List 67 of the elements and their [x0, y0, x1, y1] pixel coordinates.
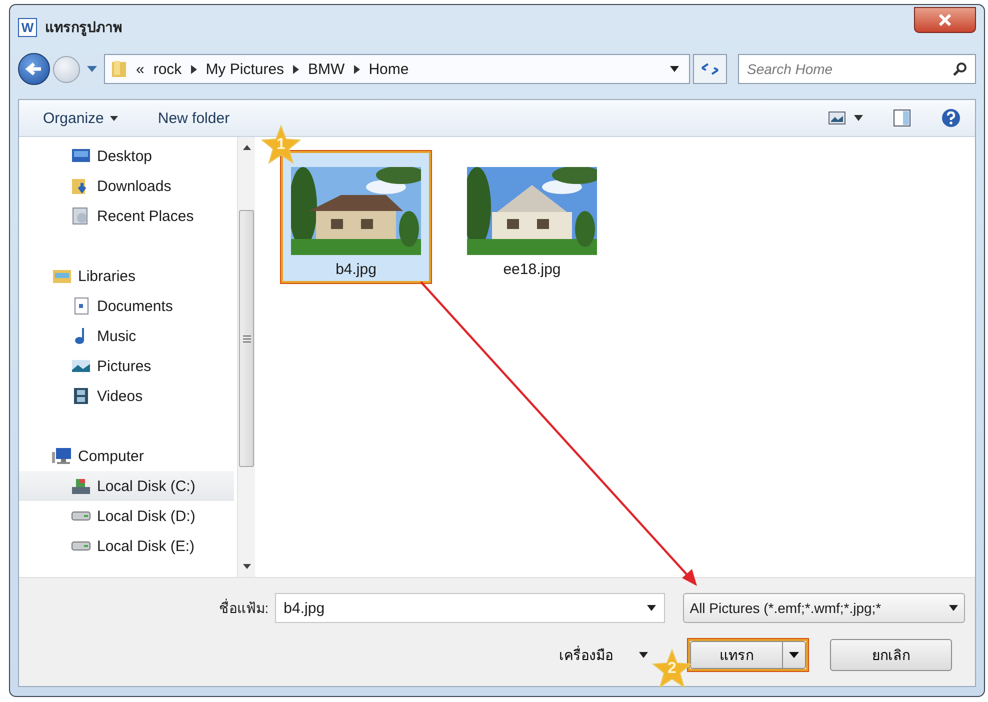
step-badge: 2 — [652, 649, 692, 689]
computer-icon — [52, 447, 72, 465]
preview-pane-icon[interactable] — [893, 109, 911, 127]
view-icon[interactable] — [828, 111, 846, 125]
overflow-chevron[interactable]: « — [136, 60, 144, 78]
scroll-thumb[interactable] — [239, 210, 254, 467]
film-icon — [71, 387, 91, 405]
drive-icon — [71, 541, 91, 551]
scrollbar[interactable] — [237, 137, 255, 577]
system-drive-icon — [71, 477, 91, 495]
navigation-item[interactable]: Local Disk (D:) — [19, 501, 234, 531]
library-folder-icon — [52, 267, 72, 285]
file-name-field[interactable]: b4.jpg — [274, 593, 665, 623]
scroll-down-icon[interactable] — [242, 564, 250, 569]
view-caret-icon[interactable] — [854, 115, 863, 121]
navigation-item[interactable]: Local Disk (E:) — [19, 531, 234, 561]
file-type-dropdown[interactable]: All Pictures (*.emf;*.wmf;*.jpg;* — [682, 593, 965, 623]
navigation-item[interactable]: Pictures — [19, 351, 234, 381]
file-item[interactable]: ee18.jpg — [457, 151, 607, 283]
scroll-up-icon[interactable] — [242, 145, 250, 150]
file-name-label: ชื่อแฟ้ม: — [218, 598, 270, 618]
tools-menu-button[interactable]: เครื่องมือ — [559, 644, 648, 666]
navigation-item[interactable]: Music — [19, 321, 234, 351]
navigation-item[interactable]: Local Disk (C:) — [19, 471, 234, 501]
insert-button[interactable]: แทรก — [690, 641, 782, 669]
caret-icon — [789, 652, 799, 658]
navigation-item[interactable]: Computer — [19, 441, 234, 471]
close-icon — [938, 14, 952, 26]
navigation-item[interactable]: Libraries — [19, 261, 234, 291]
help-icon[interactable] — [941, 108, 961, 128]
app-icon: W — [18, 18, 37, 36]
dropdown-caret-icon — [949, 605, 958, 611]
breadcrumb[interactable]: BMW — [308, 60, 345, 78]
cancel-button[interactable]: ยกเลิก — [830, 639, 952, 671]
landscape-icon — [71, 357, 91, 375]
breadcrumb[interactable]: My Pictures — [206, 60, 284, 78]
back-arrow-icon — [25, 61, 43, 77]
navigation-item[interactable]: Videos — [19, 381, 234, 411]
navigation-item[interactable]: Downloads — [19, 171, 234, 201]
search-icon[interactable] — [953, 62, 967, 76]
breadcrumb[interactable]: Home — [368, 60, 409, 78]
breadcrumb[interactable]: rock — [153, 60, 182, 78]
folder-icon — [111, 60, 127, 78]
history-caret-icon[interactable] — [87, 65, 97, 73]
breadcrumb-arrow-icon[interactable] — [293, 64, 300, 74]
menu-button[interactable]: Organize — [43, 110, 118, 126]
grip-icon — [242, 334, 250, 342]
dropdown-caret-icon[interactable] — [646, 605, 656, 611]
navigation-item[interactable]: Desktop — [19, 141, 234, 171]
navigation-item[interactable]: Documents — [19, 291, 234, 321]
navigation-item[interactable]: Recent Places — [19, 201, 234, 231]
caret-icon — [639, 652, 648, 658]
step-badge: 1 — [261, 125, 301, 165]
toolbar-button[interactable]: New folder — [158, 110, 230, 126]
address-bar[interactable]: « rock My Pictures BMW Home — [104, 54, 690, 84]
close-button[interactable] — [914, 7, 976, 33]
refresh-button[interactable] — [693, 54, 727, 84]
drive-icon — [71, 511, 91, 521]
monitor-icon — [71, 147, 91, 165]
search-field[interactable]: Search Home — [738, 54, 976, 84]
file-item[interactable]: b4.jpg — [281, 151, 431, 283]
window-title: แทรกรูปภาพ — [45, 18, 122, 38]
back-button[interactable] — [18, 53, 50, 85]
breadcrumb-arrow-icon[interactable] — [190, 64, 197, 74]
dropdown-caret-icon[interactable] — [670, 66, 679, 72]
breadcrumb-arrow-icon[interactable] — [354, 64, 360, 74]
insert-dropdown-button[interactable] — [782, 641, 806, 669]
